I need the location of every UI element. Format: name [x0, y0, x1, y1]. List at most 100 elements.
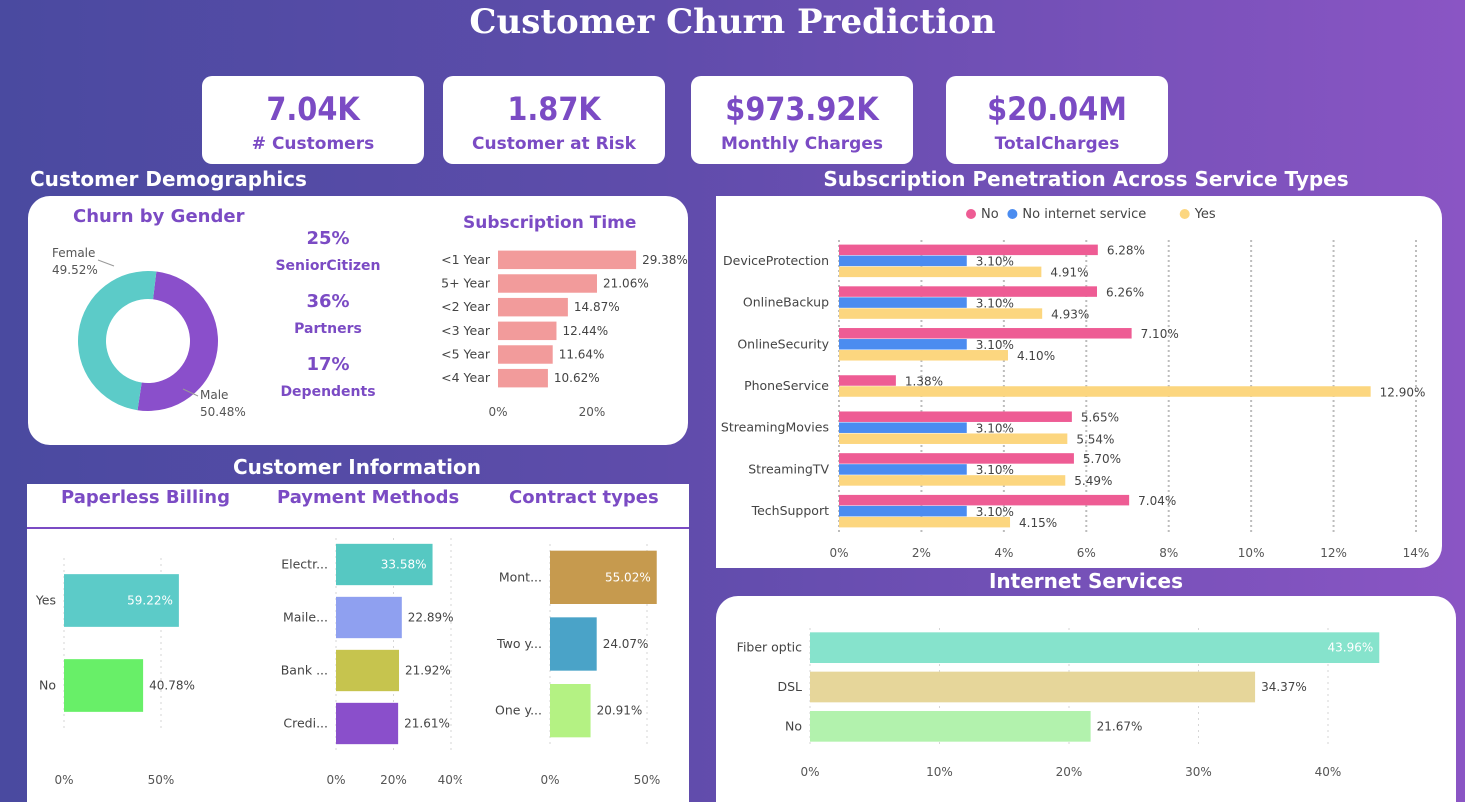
kpi-card-at-risk[interactable]: 1.87K Customer at Risk: [443, 76, 665, 164]
data-label: 55.02%: [605, 570, 651, 584]
contract-types-title: Contract types: [509, 487, 659, 508]
category-label: Electr...: [281, 557, 328, 572]
kpi-card-monthly-charges[interactable]: $973.92K Monthly Charges: [691, 76, 913, 164]
bar-yes: [839, 516, 1011, 528]
kpi-label: # Customers: [251, 134, 375, 154]
stat-senior-label: SeniorCitizen: [275, 258, 381, 274]
bar: [336, 649, 400, 692]
bar: [550, 617, 597, 671]
paperless-billing-chart: 0% 50% Yes 59.22% No 40.78%: [35, 558, 195, 787]
kpi-card-total-charges[interactable]: $20.04M TotalCharges: [946, 76, 1168, 164]
x-tick-label: 0%: [488, 405, 507, 419]
bar-yes: [839, 350, 1008, 361]
kpi-label: Monthly Charges: [720, 134, 883, 154]
x-tick-label: 20%: [579, 405, 606, 419]
category-label: No: [39, 678, 56, 693]
data-label: 12.90%: [1380, 385, 1426, 399]
kpi-value: $20.04M: [987, 90, 1127, 128]
data-label: 43.96%: [1328, 641, 1374, 655]
category-label: PhoneService: [744, 378, 829, 393]
category-label: StreamingMovies: [721, 420, 829, 435]
bar: [498, 297, 568, 317]
category-label: <1 Year: [441, 252, 491, 267]
data-label: 59.22%: [127, 594, 173, 608]
x-tick-label: 0%: [54, 773, 73, 787]
bar-no-internet-service: [839, 255, 967, 267]
kpi-label: TotalCharges: [994, 134, 1120, 154]
legend-label: Yes: [1194, 207, 1216, 222]
legend-marker: [966, 209, 976, 219]
subscription-time-title: Subscription Time: [463, 213, 637, 233]
bar-no: [839, 328, 1132, 339]
data-label: 4.10%: [1017, 349, 1055, 363]
data-label: 34.37%: [1261, 680, 1307, 694]
data-label: 4.93%: [1051, 307, 1089, 321]
section-title-subscription: Subscription Penetration Across Service …: [823, 167, 1349, 191]
stat-partners-value: 36%: [306, 291, 350, 312]
x-tick-label: 0%: [540, 773, 559, 787]
donut-value-male: 50.48%: [200, 405, 246, 419]
category-label: OnlineSecurity: [737, 336, 829, 351]
data-label: 3.10%: [976, 255, 1014, 269]
donut-label-female: Female: [52, 246, 96, 260]
legend-marker: [1007, 209, 1018, 219]
kpi-value: 1.87K: [507, 90, 601, 128]
bar-no: [839, 375, 896, 386]
data-label: 3.10%: [976, 463, 1014, 477]
x-tick-label: 2%: [912, 546, 931, 560]
bar-no: [839, 244, 1098, 256]
donut-value-female: 49.52%: [52, 263, 98, 277]
category-label: No: [785, 718, 802, 733]
bar-yes: [839, 308, 1043, 319]
bar-no-internet-service: [839, 464, 967, 475]
bar-no: [839, 453, 1074, 464]
category-label: Bank ...: [281, 663, 328, 678]
payment-methods-title: Payment Methods: [277, 487, 460, 508]
category-label: OnlineBackup: [743, 295, 829, 310]
gender-chart-title: Churn by Gender: [73, 206, 245, 227]
data-label: 24.07%: [603, 637, 649, 651]
bar: [810, 632, 1380, 664]
bar-no-internet-service: [839, 505, 967, 517]
bar-yes: [839, 386, 1371, 397]
paperless-billing-title: Paperless Billing: [61, 487, 230, 508]
data-label: 20.91%: [597, 704, 643, 718]
x-tick-label: 50%: [148, 773, 175, 787]
divider: [27, 527, 689, 529]
category-label: <4 Year: [441, 370, 491, 385]
x-tick-label: 50%: [634, 773, 661, 787]
data-label: 29.38%: [642, 253, 688, 267]
x-tick-label: 30%: [1185, 765, 1212, 779]
data-label: 40.78%: [149, 679, 195, 693]
subscription-panel: 0% 2% 4% 6% 8% 10% 12% 14% No No internet service…: [716, 196, 1442, 568]
bar: [336, 596, 402, 639]
category-label: Fiber optic: [737, 640, 802, 655]
data-label: 3.10%: [976, 338, 1014, 352]
stat-dependents-value: 17%: [306, 354, 350, 375]
x-tick-label: 0%: [829, 546, 848, 560]
legend-marker: [1179, 209, 1190, 219]
bar-no-internet-service: [839, 297, 967, 308]
bar: [498, 274, 597, 293]
kpi-card-customers[interactable]: 7.04K # Customers: [202, 76, 424, 164]
data-label: 3.10%: [976, 296, 1014, 310]
category-label: One y...: [495, 703, 542, 718]
data-label: 21.06%: [603, 277, 649, 291]
kpi-value: $973.92K: [725, 90, 879, 128]
data-label: 21.92%: [405, 664, 451, 678]
category-label: DeviceProtection: [723, 253, 829, 268]
data-label: 4.15%: [1019, 516, 1057, 530]
data-label: 11.64%: [559, 348, 605, 362]
donut-label-male: Male: [200, 388, 229, 402]
category-label: <5 Year: [441, 347, 491, 362]
x-tick-label: 0%: [800, 765, 819, 779]
category-label: DSL: [777, 679, 802, 694]
bar: [810, 710, 1091, 742]
data-label: 7.04%: [1138, 494, 1176, 508]
data-label: 10.62%: [554, 371, 600, 385]
data-label: 3.10%: [976, 421, 1014, 435]
dashboard-title: Customer Churn Prediction: [469, 2, 996, 42]
bar: [498, 345, 553, 364]
bar-no: [839, 411, 1072, 422]
bar: [498, 321, 557, 341]
